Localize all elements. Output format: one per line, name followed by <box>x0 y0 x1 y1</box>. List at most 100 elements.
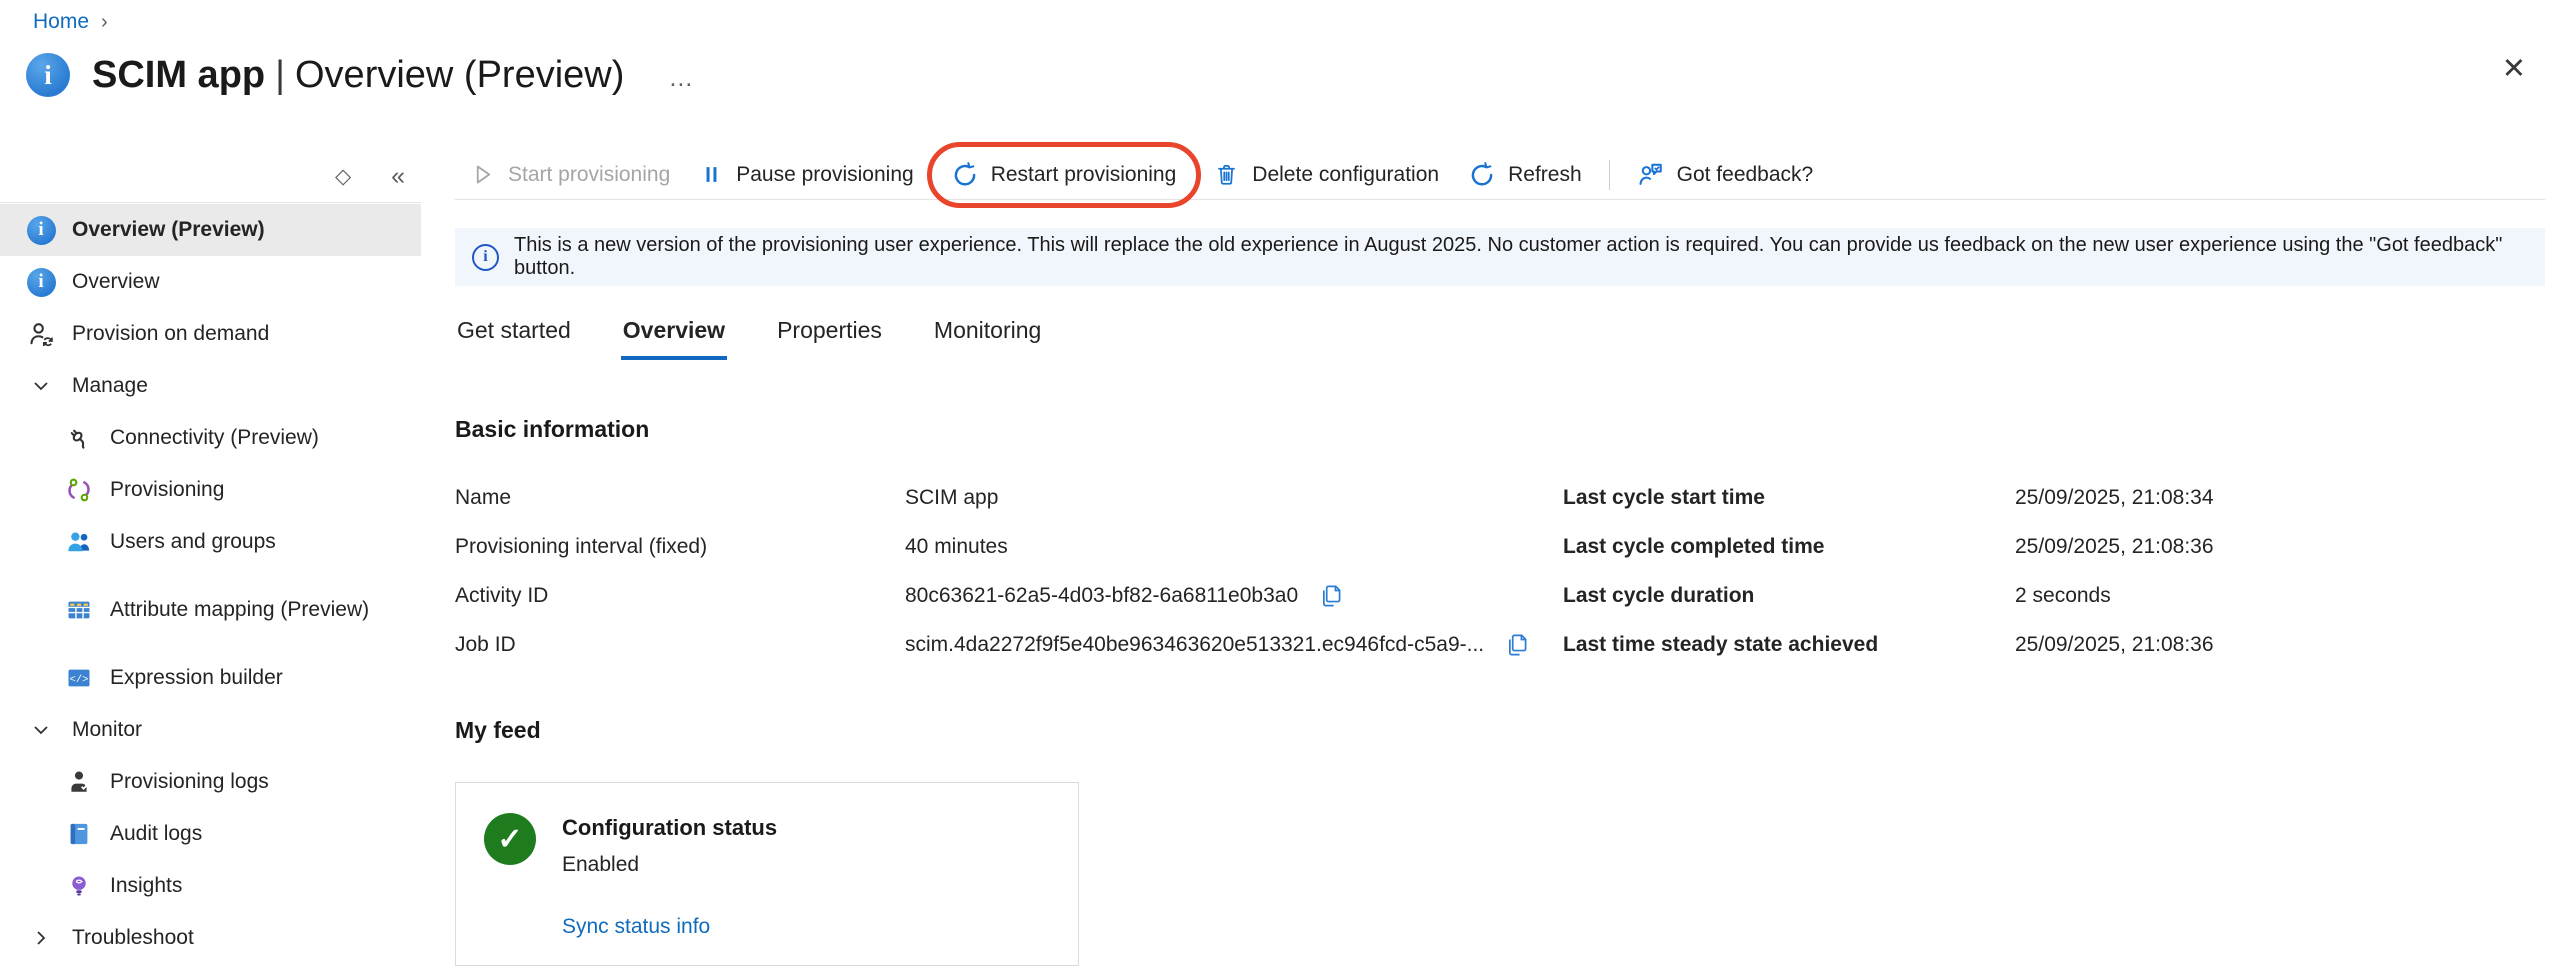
button-label: Restart provisioning <box>991 163 1177 187</box>
field-value: 2 seconds <box>2015 584 2111 608</box>
info-row-last-cycle-completed: Last cycle completed time 25/09/2025, 21… <box>1563 522 2545 571</box>
info-row-provisioning-interval: Provisioning interval (fixed) 40 minutes <box>455 522 1563 571</box>
field-label: Last cycle duration <box>1563 584 2015 608</box>
basic-information-heading: Basic information <box>455 416 2545 443</box>
tab-monitoring[interactable]: Monitoring <box>932 313 1043 360</box>
chevron-down-icon <box>26 715 56 745</box>
lightbulb-icon <box>64 871 94 901</box>
sidebar-item-label: Provisioning logs <box>110 769 269 795</box>
field-value: 80c63621-62a5-4d03-bf82-6a6811e0b3a0 <box>905 584 1298 608</box>
restart-icon <box>952 162 978 188</box>
trash-icon <box>1214 162 1239 187</box>
button-label: Delete configuration <box>1252 163 1439 187</box>
person-sync-icon <box>26 319 56 349</box>
more-options-icon[interactable]: … <box>668 64 695 93</box>
sidebar-item-overview-preview[interactable]: i Overview (Preview) <box>0 204 421 256</box>
plug-icon <box>64 423 94 453</box>
sidebar-item-provision-on-demand[interactable]: Provision on demand <box>0 308 421 360</box>
copy-job-id-button[interactable] <box>1504 632 1530 658</box>
users-icon <box>64 527 94 557</box>
field-value: 40 minutes <box>905 535 1008 559</box>
copy-icon <box>1318 583 1344 609</box>
toolbar-divider <box>1609 160 1610 190</box>
field-label: Last cycle completed time <box>1563 535 2015 559</box>
resize-handle-icon[interactable]: ◇ <box>335 164 351 189</box>
sidebar-item-label: Audit logs <box>110 821 202 847</box>
field-label: Last cycle start time <box>1563 486 2015 510</box>
basic-info-right-column: Last cycle start time 25/09/2025, 21:08:… <box>1563 473 2545 669</box>
sidebar: ◇ « i Overview (Preview) i Overview <box>0 150 421 980</box>
sidebar-item-label: Manage <box>72 373 148 399</box>
sidebar-item-label: Insights <box>110 873 182 899</box>
copy-activity-id-button[interactable] <box>1318 583 1344 609</box>
sidebar-item-expression-builder[interactable]: </> Expression builder <box>0 652 421 704</box>
code-icon: </> <box>64 663 94 693</box>
book-icon <box>64 819 94 849</box>
sidebar-item-users-and-groups[interactable]: Users and groups <box>0 516 421 568</box>
button-label: Pause provisioning <box>736 163 913 187</box>
pause-provisioning-button[interactable]: Pause provisioning <box>685 154 928 196</box>
feedback-icon <box>1637 161 1664 188</box>
sidebar-group-troubleshoot[interactable]: Troubleshoot <box>0 912 421 964</box>
sync-status-info-link[interactable]: Sync status info <box>562 915 777 939</box>
main-area: ◇ « i Overview (Preview) i Overview <box>0 150 2560 980</box>
configuration-status-card: ✓ Configuration status Enabled Sync stat… <box>455 782 1079 966</box>
field-value: 25/09/2025, 21:08:36 <box>2015 633 2214 657</box>
sidebar-item-provisioning-logs[interactable]: Provisioning logs <box>0 756 421 808</box>
sidebar-item-label: Connectivity (Preview) <box>110 425 319 451</box>
info-banner: i This is a new version of the provision… <box>455 228 2545 286</box>
copy-icon <box>1504 632 1530 658</box>
sidebar-header: ◇ « <box>0 150 421 203</box>
info-icon: i <box>472 244 499 271</box>
breadcrumb: Home › <box>33 10 108 34</box>
field-label: Provisioning interval (fixed) <box>455 535 905 559</box>
basic-information-grid: Name SCIM app Provisioning interval (fix… <box>455 473 2545 669</box>
breadcrumb-home-link[interactable]: Home <box>33 10 89 34</box>
sidebar-item-attribute-mapping[interactable]: Attribute mapping (Preview) <box>0 568 421 652</box>
sidebar-group-monitor[interactable]: Monitor <box>0 704 421 756</box>
chevron-down-icon <box>26 371 56 401</box>
sidebar-item-overview[interactable]: i Overview <box>0 256 421 308</box>
info-row-steady-state: Last time steady state achieved 25/09/20… <box>1563 620 2545 669</box>
tab-overview[interactable]: Overview <box>621 313 727 360</box>
field-value: SCIM app <box>905 486 998 510</box>
sidebar-item-audit-logs[interactable]: Audit logs <box>0 808 421 860</box>
got-feedback-button[interactable]: Got feedback? <box>1622 154 1829 196</box>
sidebar-item-provisioning[interactable]: Provisioning <box>0 464 421 516</box>
refresh-button[interactable]: Refresh <box>1454 154 1597 196</box>
card-body: Configuration status Enabled Sync status… <box>562 809 777 939</box>
info-icon: i <box>26 267 56 297</box>
tab-properties[interactable]: Properties <box>775 313 884 360</box>
title-separator: | <box>265 54 295 96</box>
info-row-last-cycle-start: Last cycle start time 25/09/2025, 21:08:… <box>1563 473 2545 522</box>
pause-icon <box>700 163 723 186</box>
delete-configuration-button[interactable]: Delete configuration <box>1199 154 1454 196</box>
sidebar-item-label: Provisioning <box>110 477 224 503</box>
check-circle-icon: ✓ <box>484 813 536 865</box>
sidebar-item-label: Expression builder <box>110 665 283 691</box>
collapse-sidebar-icon[interactable]: « <box>391 162 405 191</box>
restart-provisioning-button[interactable]: Restart provisioning <box>937 154 1192 196</box>
field-value: 25/09/2025, 21:08:36 <box>2015 535 2214 559</box>
field-label: Activity ID <box>455 584 905 608</box>
page-title: SCIM app|Overview (Preview) <box>92 54 624 97</box>
field-value: scim.4da2272f9f5e40be963463620e513321.ec… <box>905 633 1484 657</box>
restart-provisioning-wrap: Restart provisioning <box>937 154 1192 196</box>
info-row-job-id: Job ID scim.4da2272f9f5e40be963463620e51… <box>455 620 1563 669</box>
play-icon <box>470 162 495 187</box>
sidebar-item-insights[interactable]: Insights <box>0 860 421 912</box>
close-icon[interactable]: ✕ <box>2502 55 2526 84</box>
sidebar-item-connectivity[interactable]: Connectivity (Preview) <box>0 412 421 464</box>
app-name: SCIM app <box>92 54 265 96</box>
sidebar-group-manage[interactable]: Manage <box>0 360 421 412</box>
svg-text:</>: </> <box>70 674 89 686</box>
button-label: Refresh <box>1508 163 1582 187</box>
breadcrumb-chevron-icon: › <box>101 11 108 34</box>
table-icon <box>64 595 94 625</box>
sidebar-item-label: Overview <box>72 269 160 295</box>
info-row-activity-id: Activity ID 80c63621-62a5-4d03-bf82-6a68… <box>455 571 1563 620</box>
field-label: Last time steady state achieved <box>1563 633 2015 657</box>
sidebar-item-label: Monitor <box>72 717 142 743</box>
tab-get-started[interactable]: Get started <box>455 313 573 360</box>
sync-cycle-icon <box>64 475 94 505</box>
